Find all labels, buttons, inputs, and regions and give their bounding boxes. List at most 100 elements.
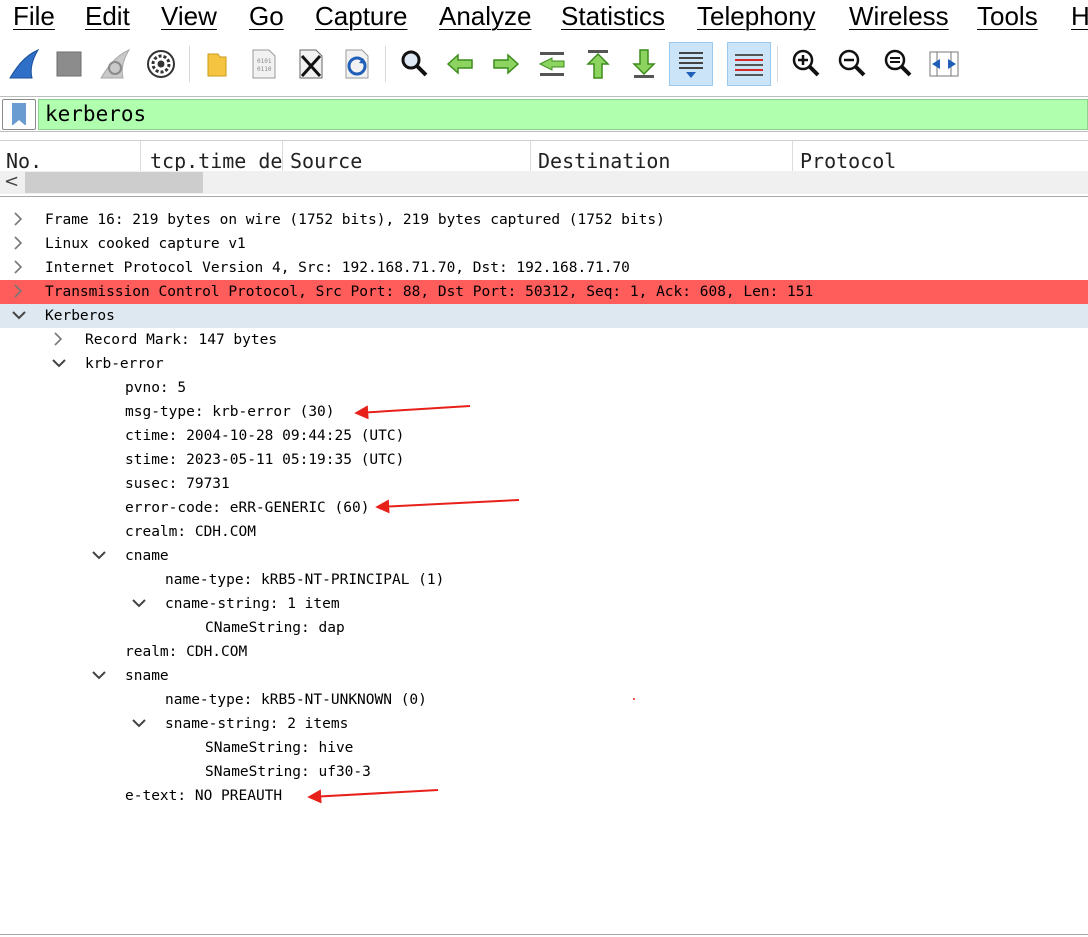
menu-file[interactable]: File [13, 0, 55, 36]
scroll-left-arrow-icon[interactable]: < [4, 171, 22, 194]
auto-scroll-button[interactable] [669, 42, 713, 86]
detail-row[interactable]: ctime: 2004-10-28 09:44:25 (UTC) [0, 424, 1088, 448]
detail-row[interactable]: stime: 2023-05-11 05:19:35 (UTC) [0, 448, 1088, 472]
arrow-left-icon [446, 53, 473, 75]
detail-row[interactable]: CNameString: dap [0, 616, 1088, 640]
column-header-no[interactable]: No. [0, 141, 140, 171]
chevron-down-icon[interactable] [132, 712, 148, 736]
auto-scroll-icon [679, 52, 703, 78]
zoom-out-icon [838, 49, 866, 77]
binary-file-icon: 01010110 [252, 49, 276, 79]
detail-row[interactable]: name-type: kRB5-NT-UNKNOWN (0) [0, 688, 1088, 712]
scrollbar-thumb[interactable] [25, 172, 203, 193]
restart-capture-button[interactable] [93, 42, 137, 86]
reload-file-button[interactable] [334, 42, 378, 86]
go-back-button[interactable] [438, 42, 482, 86]
chevron-down-icon[interactable] [12, 304, 28, 328]
column-header-tcp-time-delta[interactable]: tcp.time_de [144, 141, 282, 171]
last-packet-button[interactable] [622, 42, 666, 86]
save-file-button[interactable]: 0101 0110 [241, 42, 285, 86]
detail-row[interactable]: crealm: CDH.COM [0, 520, 1088, 544]
detail-row[interactable]: Kerberos [0, 304, 1088, 328]
menu-telephony[interactable]: Telephony [697, 0, 816, 36]
detail-row[interactable]: name-type: kRB5-NT-PRINCIPAL (1) [0, 568, 1088, 592]
detail-row[interactable]: Frame 16: 219 bytes on wire (1752 bits),… [0, 208, 1088, 232]
zoom-normal-icon [884, 49, 912, 77]
menu-tools[interactable]: Tools [977, 0, 1038, 36]
detail-row[interactable]: realm: CDH.COM [0, 640, 1088, 664]
chevron-right-icon[interactable] [12, 256, 28, 280]
detail-row-text: error-code: eRR-GENERIC (60) [125, 500, 370, 516]
menu-analyze[interactable]: Analyze [439, 0, 532, 36]
detail-row[interactable]: cname-string: 1 item [0, 592, 1088, 616]
main-toolbar: 0101 0110 [0, 36, 1088, 92]
first-packet-button[interactable] [576, 42, 620, 86]
chevron-right-icon[interactable] [12, 232, 28, 256]
capture-options-button[interactable] [139, 42, 183, 86]
menu-wireless[interactable]: Wireless [849, 0, 949, 36]
menu-capture[interactable]: Capture [315, 0, 408, 36]
chevron-down-icon[interactable] [52, 352, 68, 376]
close-file-button[interactable] [288, 42, 332, 86]
detail-row[interactable]: sname [0, 664, 1088, 688]
stop-square-icon [56, 51, 82, 77]
chevron-right-icon[interactable] [12, 280, 28, 304]
zoom-out-button[interactable] [830, 42, 874, 86]
column-header-protocol[interactable]: Protocol [794, 141, 1088, 171]
detail-row[interactable]: e-text: NO PREAUTH [0, 784, 1088, 808]
chevron-down-icon[interactable] [92, 664, 108, 688]
column-header-source[interactable]: Source [284, 141, 530, 171]
chevron-down-icon[interactable] [92, 544, 108, 568]
detail-row-text: sname [125, 668, 169, 684]
filter-bookmark-button[interactable] [2, 99, 36, 130]
menu-view[interactable]: View [161, 0, 217, 36]
chevron-right-icon[interactable] [52, 328, 68, 352]
zoom-in-button[interactable] [784, 42, 828, 86]
detail-row-text: cname [125, 548, 169, 564]
detail-row[interactable]: cname [0, 544, 1088, 568]
resize-columns-button[interactable] [922, 42, 966, 86]
normal-size-button[interactable] [876, 42, 920, 86]
display-filter-input[interactable]: kerberos [38, 99, 1088, 130]
detail-row[interactable]: Transmission Control Protocol, Src Port:… [0, 280, 1088, 304]
go-to-packet-button[interactable] [530, 42, 574, 86]
detail-row[interactable]: error-code: eRR-GENERIC (60) [0, 496, 1088, 520]
detail-row[interactable]: pvno: 5 [0, 376, 1088, 400]
column-header-destination[interactable]: Destination [532, 141, 792, 171]
detail-row[interactable]: Linux cooked capture v1 [0, 232, 1088, 256]
start-capture-button[interactable] [2, 42, 46, 86]
go-forward-button[interactable] [484, 42, 528, 86]
packet-list-horizontal-scrollbar[interactable]: < [0, 171, 1088, 194]
detail-row[interactable]: msg-type: krb-error (30) [0, 400, 1088, 424]
open-file-button[interactable] [194, 42, 238, 86]
detail-row[interactable]: krb-error [0, 352, 1088, 376]
detail-row[interactable]: Record Mark: 147 bytes [0, 328, 1088, 352]
menu-edit[interactable]: Edit [85, 0, 130, 36]
detail-row-text: SNameString: hive [205, 740, 354, 756]
folder-icon [207, 53, 227, 77]
detail-row-text: ctime: 2004-10-28 09:44:25 (UTC) [125, 428, 405, 444]
detail-row[interactable]: Internet Protocol Version 4, Src: 192.16… [0, 256, 1088, 280]
detail-row[interactable]: susec: 79731 [0, 472, 1088, 496]
detail-row-text: Kerberos [45, 308, 115, 324]
menu-help[interactable]: H [1071, 0, 1088, 36]
chevron-down-icon[interactable] [132, 592, 148, 616]
menu-statistics[interactable]: Statistics [561, 0, 665, 36]
menu-bar: File Edit View Go Capture Analyze Statis… [0, 0, 1088, 36]
shark-fin-icon [9, 48, 40, 79]
detail-row-text: sname-string: 2 items [165, 716, 349, 732]
find-packet-button[interactable] [392, 42, 436, 86]
detail-row-text: susec: 79731 [125, 476, 230, 492]
pane-splitter[interactable] [0, 196, 1088, 197]
detail-row[interactable]: SNameString: uf30-3 [0, 760, 1088, 784]
menu-go[interactable]: Go [249, 0, 284, 36]
detail-row[interactable]: sname-string: 2 items [0, 712, 1088, 736]
detail-row[interactable]: SNameString: hive [0, 736, 1088, 760]
detail-row-text: pvno: 5 [125, 380, 187, 396]
reload-icon [345, 49, 369, 79]
detail-row-text: cname-string: 1 item [165, 596, 340, 612]
chevron-right-icon[interactable] [12, 208, 28, 232]
stop-capture-button[interactable] [47, 42, 91, 86]
go-to-packet-icon [538, 52, 565, 76]
colorize-button[interactable] [727, 42, 771, 86]
